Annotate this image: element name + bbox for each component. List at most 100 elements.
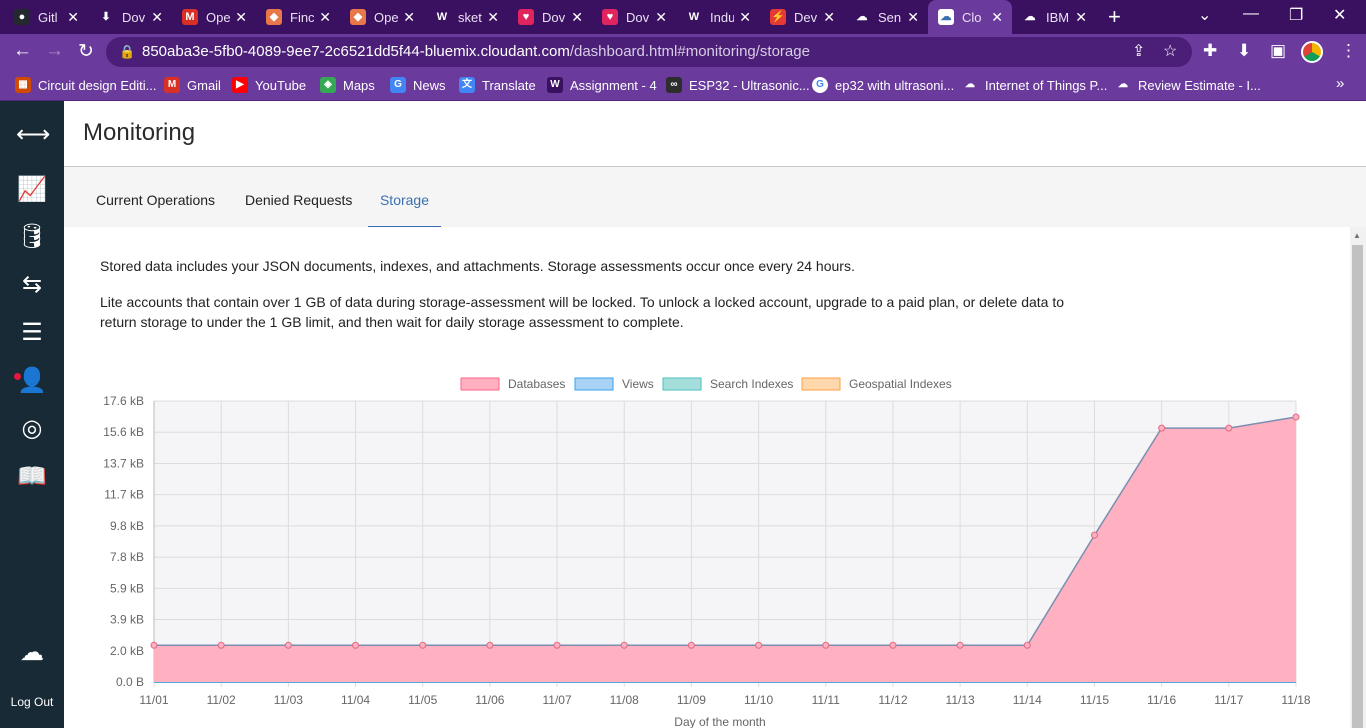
tab-search-icon[interactable]: ⌄ xyxy=(1198,5,1211,25)
left-nav-rail: Log Out ⟷ 📈 🛢 ⇆ ☰ 👤 ◎ 📖 ☁ xyxy=(0,101,64,728)
bookmark-item[interactable]: Gep32 with ultrasoni... xyxy=(812,70,954,100)
tab-current-operations[interactable]: Current Operations xyxy=(82,181,229,228)
bookmark-item[interactable]: ∞ ESP32 - Ultrasonic... xyxy=(666,70,810,100)
minimize-icon[interactable]: — xyxy=(1243,5,1259,23)
menu-icon[interactable]: ⋮ xyxy=(1340,41,1357,61)
x-tick-label: 11/08 xyxy=(610,693,639,707)
reload-icon[interactable]: ↻ xyxy=(78,40,94,63)
monitoring-icon[interactable]: 📈 xyxy=(16,174,48,206)
browser-tab[interactable]: ♥ Dov ✕ xyxy=(508,0,592,34)
browser-tab[interactable]: M Ope ✕ xyxy=(172,0,256,34)
tab-title: Ope xyxy=(374,9,398,25)
tab-close-icon[interactable]: ✕ xyxy=(991,9,1003,26)
data-point xyxy=(486,641,494,649)
bookmark-item[interactable]: ☁ Internet of Things P... xyxy=(962,70,1107,100)
bookmark-item[interactable]: M Gmail xyxy=(164,70,221,100)
x-tick-label: 11/07 xyxy=(542,693,571,707)
browser-tab[interactable]: ☁ IBM ✕ xyxy=(1012,0,1096,34)
bookmark-item[interactable]: ◈ Maps xyxy=(320,70,375,100)
tab-close-icon[interactable]: ✕ xyxy=(571,9,583,26)
bookmark-label: ESP32 - Ultrasonic... xyxy=(689,77,810,93)
support-icon[interactable]: ◎ xyxy=(16,413,48,445)
tab-close-icon[interactable]: ✕ xyxy=(235,9,247,26)
data-point xyxy=(822,641,830,649)
browser-tab[interactable]: ◆ Finc ✕ xyxy=(256,0,340,34)
lock-icon[interactable]: 🔒 xyxy=(119,37,135,67)
bookmark-item[interactable]: W Assignment - 4 xyxy=(547,70,657,100)
scroll-up-arrow-icon[interactable]: ▲ xyxy=(1353,231,1361,240)
browser-tab[interactable]: ◆ Ope ✕ xyxy=(340,0,424,34)
tab-close-icon[interactable]: ✕ xyxy=(739,9,751,26)
forward-icon[interactable]: → xyxy=(45,40,64,62)
lite-account-notice: Lite accounts that contain over 1 GB of … xyxy=(100,294,1065,330)
scrollbar-thumb[interactable] xyxy=(1352,245,1363,728)
tab-denied-requests[interactable]: Denied Requests xyxy=(231,181,366,228)
bookmark-item[interactable]: ☁ Review Estimate - I... xyxy=(1115,70,1261,100)
replication-icon[interactable]: ⇆ xyxy=(16,269,48,301)
address-bar[interactable]: 🔒 850aba3e-5fb0-4089-9ee7-2c6521dd5f44-b… xyxy=(106,37,1192,67)
active-tasks-icon[interactable]: ☰ xyxy=(16,317,48,349)
extensions-icon[interactable]: ✚ xyxy=(1203,41,1217,61)
data-point xyxy=(1023,641,1031,649)
data-point xyxy=(1158,424,1166,432)
y-tick-label: 13.7 kB xyxy=(103,456,144,470)
storage-panel: Stored data includes your JSON documents… xyxy=(64,227,1366,728)
bookmark-item[interactable]: ▶ YouTube xyxy=(232,70,306,100)
browser-tab[interactable]: ⬇ Dov ✕ xyxy=(88,0,172,34)
bookmark-star-icon[interactable]: ☆ xyxy=(1163,37,1177,67)
browser-tab[interactable]: ♥ Dov ✕ xyxy=(592,0,676,34)
tab-title: Dov xyxy=(626,9,650,25)
new-tab-button[interactable]: + xyxy=(1108,4,1121,30)
x-tick-label: 11/18 xyxy=(1281,693,1310,707)
bookmark-item[interactable]: ▦ Circuit design Editi... xyxy=(15,70,157,100)
bookmark-label: Assignment - 4 xyxy=(570,77,657,93)
tab-storage[interactable]: Storage xyxy=(368,181,441,228)
heart-icon: ♥ xyxy=(518,9,534,25)
bookmark-label: Internet of Things P... xyxy=(985,77,1108,93)
browser-tab[interactable]: ☁ Sen ✕ xyxy=(844,0,928,34)
tab-close-icon[interactable]: ✕ xyxy=(403,9,415,26)
side-panel-icon[interactable]: ▣ xyxy=(1270,41,1286,61)
translate-icon: 文 xyxy=(459,77,475,93)
legend-label: Geospatial Indexes xyxy=(849,377,952,391)
browser-tab[interactable]: ⚡ Dev ✕ xyxy=(760,0,844,34)
restore-icon[interactable]: ❐ xyxy=(1289,5,1303,25)
x-tick-label: 11/03 xyxy=(274,693,303,707)
tab-close-icon[interactable]: ✕ xyxy=(319,9,331,26)
more-bookmarks-icon[interactable]: » xyxy=(1336,75,1344,92)
y-tick-label: 15.6 kB xyxy=(103,425,144,439)
browser-tab[interactable]: ☁ Clo ✕ xyxy=(928,0,1012,34)
wikipedia-icon: W xyxy=(434,9,450,25)
share-icon[interactable]: ⇪ xyxy=(1132,37,1145,67)
account-icon[interactable]: 👤 xyxy=(16,365,48,397)
data-point xyxy=(1090,531,1098,539)
legend-label: Databases xyxy=(508,377,565,391)
tab-close-icon[interactable]: ✕ xyxy=(67,9,79,26)
y-tick-label: 9.8 kB xyxy=(110,519,144,533)
tab-close-icon[interactable]: ✕ xyxy=(655,9,667,26)
browser-tab[interactable]: ● Gitl ✕ xyxy=(4,0,88,34)
google-icon: G xyxy=(812,77,828,93)
downloads-icon[interactable]: ⬇ xyxy=(1237,41,1251,61)
logout-link[interactable]: Log Out xyxy=(0,695,64,709)
back-icon[interactable]: ← xyxy=(13,40,32,62)
close-window-icon[interactable]: ✕ xyxy=(1333,5,1346,25)
expand-collapse-icon[interactable]: ⟷ xyxy=(16,119,50,151)
cloud-account-icon[interactable]: ☁ xyxy=(16,637,48,669)
browser-tab-strip: + ⌄ — ❐ ✕ ● Gitl ✕ ⬇ Dov ✕ M Ope ✕ ◆ Finc ✕ ◆ Ope ✕ Wsk… xyxy=(0,0,1366,34)
bookmarks-bar: » ▦ Circuit design Editi... M Gmail ▶ YouTube… xyxy=(0,70,1366,101)
browser-tab[interactable]: W Indu ✕ xyxy=(676,0,760,34)
profile-avatar[interactable] xyxy=(1301,41,1323,63)
browser-tab[interactable]: Wsket ✕ xyxy=(424,0,508,34)
databases-icon[interactable]: 🛢 xyxy=(16,221,48,253)
tab-close-icon[interactable]: ✕ xyxy=(1075,9,1087,26)
tab-close-icon[interactable]: ✕ xyxy=(487,9,499,26)
y-tick-label: 11.7 kB xyxy=(104,488,144,502)
bookmark-item[interactable]: G News xyxy=(390,70,446,100)
tab-close-icon[interactable]: ✕ xyxy=(151,9,163,26)
tab-close-icon[interactable]: ✕ xyxy=(907,9,919,26)
documentation-icon[interactable]: 📖 xyxy=(16,461,48,493)
tab-close-icon[interactable]: ✕ xyxy=(823,9,835,26)
bookmark-item[interactable]: 文 Translate xyxy=(459,70,536,100)
tab-title: Dov xyxy=(122,9,146,25)
